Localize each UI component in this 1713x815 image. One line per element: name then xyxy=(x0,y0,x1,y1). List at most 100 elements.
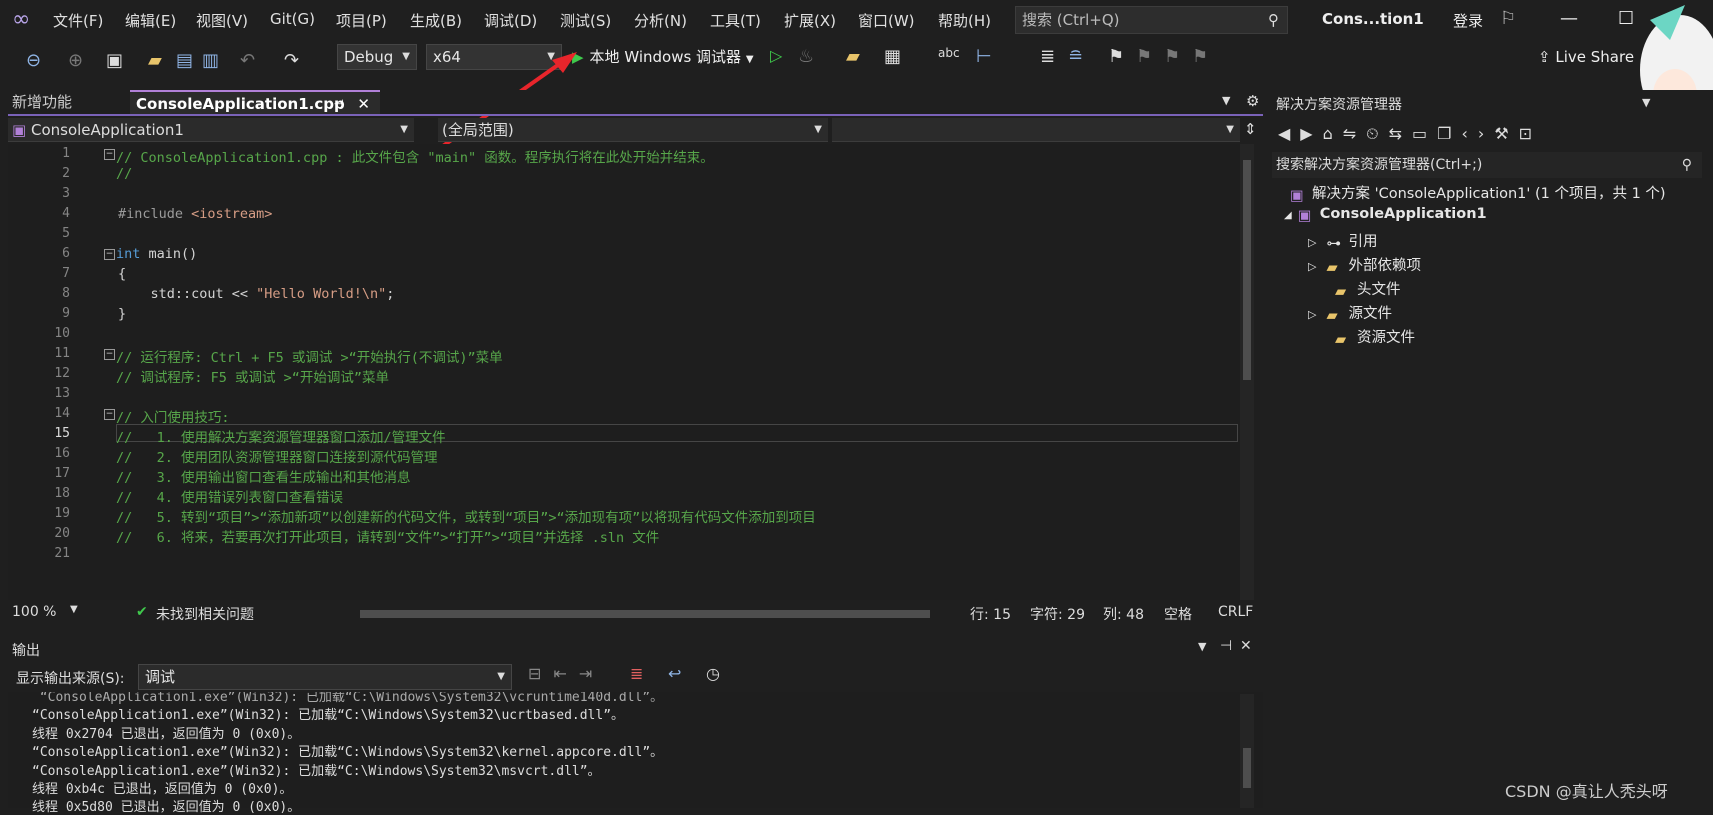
line-number: 13 xyxy=(54,386,70,401)
live-share-button[interactable]: ⇪ Live Share xyxy=(1538,48,1634,66)
col-indicator[interactable]: 列: 48 xyxy=(1103,604,1144,624)
indent-icon[interactable]: ≣ xyxy=(1040,46,1055,67)
char-indicator[interactable]: 字符: 29 xyxy=(1030,604,1085,624)
issues-status[interactable]: 未找到相关问题 xyxy=(156,604,254,624)
output-source-label: 显示输出来源(S): xyxy=(16,671,125,687)
menu-view[interactable]: 视图(V) xyxy=(196,10,248,31)
close-icon[interactable]: ✕ xyxy=(1240,638,1252,654)
fold-toggle-icon[interactable]: − xyxy=(104,149,115,160)
pin-icon[interactable]: ⊣ xyxy=(334,92,344,116)
folder-search-icon[interactable]: ▰ xyxy=(846,46,860,67)
tree-item-header-files[interactable]: ▰ 头文件 xyxy=(1335,278,1401,300)
fold-toggle-icon[interactable]: − xyxy=(104,349,115,360)
tree-label: 外部依赖项 xyxy=(1348,258,1421,274)
solution-search-input[interactable]: 搜索解决方案资源管理器(Ctrl+;) ⚲ xyxy=(1272,152,1702,178)
close-icon[interactable]: ✕ xyxy=(357,92,370,116)
chevron-down-icon[interactable]: ▼ xyxy=(1642,96,1650,109)
code-token: main() xyxy=(140,246,198,262)
scrollbar-thumb[interactable] xyxy=(1243,160,1251,380)
collapsed-arrow-icon[interactable]: ▷ xyxy=(1308,308,1316,321)
tree-item-project[interactable]: ◢ ▣ ConsoleApplication1 xyxy=(1284,206,1487,224)
spellcheck-icon[interactable]: abc xyxy=(938,46,960,60)
redo-icon[interactable]: ↷ xyxy=(284,50,299,71)
menu-help[interactable]: 帮助(H) xyxy=(938,10,991,31)
menu-analyze[interactable]: 分析(N) xyxy=(634,10,687,31)
minimize-button[interactable]: — xyxy=(1560,8,1578,29)
menu-git[interactable]: Git(G) xyxy=(270,10,315,28)
menu-edit[interactable]: 编辑(E) xyxy=(125,10,176,31)
collapsed-arrow-icon[interactable]: ▷ xyxy=(1308,236,1316,249)
save-all-icon[interactable]: ▥ xyxy=(202,50,219,71)
start-without-debug-icon[interactable]: ▷ xyxy=(770,46,782,65)
zoom-level[interactable]: 100 % xyxy=(12,604,56,620)
config-dropdown[interactable]: Debug ▼ xyxy=(337,44,417,70)
fold-toggle-icon[interactable]: − xyxy=(104,249,115,260)
row-indicator[interactable]: 行: 15 xyxy=(970,604,1011,624)
forward-icon[interactable]: ⊕ xyxy=(68,50,83,71)
save-icon[interactable]: ▤ xyxy=(176,50,193,71)
code-line: // 1. 使用解决方案资源管理器窗口添加/管理文件 xyxy=(116,430,446,446)
start-debug-button[interactable]: ▶ 本地 Windows 调试器 ▼ xyxy=(572,46,754,67)
menu-extensions[interactable]: 扩展(X) xyxy=(784,10,836,31)
eol-indicator[interactable]: CRLF xyxy=(1218,604,1253,620)
output-source-dropdown[interactable]: 调试 ▼ xyxy=(138,664,512,690)
platform-dropdown[interactable]: x64 ▼ xyxy=(426,44,562,70)
cpp-project-icon: ▣ xyxy=(12,121,27,139)
undo-icon[interactable]: ↶ xyxy=(240,50,255,71)
bookmark-next-icon[interactable]: ⚑ xyxy=(1164,46,1180,67)
code-editor[interactable]: 1 2 3 4 5 6 7 8 9 10 11 12 13 14 15 16 1… xyxy=(8,144,1240,600)
tree-item-resource-files[interactable]: ▰ 资源文件 xyxy=(1335,326,1415,348)
scope-navigator[interactable]: (全局范围) ▼ xyxy=(438,118,828,142)
bookmark-clear-icon[interactable]: ⚑ xyxy=(1192,46,1208,67)
menu-window[interactable]: 窗口(W) xyxy=(858,10,915,31)
pin-icon[interactable]: ⊣ xyxy=(1220,638,1232,654)
open-file-icon[interactable]: ▰ xyxy=(148,50,162,71)
new-item-icon[interactable]: ▣ xyxy=(106,50,123,71)
feedback-icon[interactable]: ⚐ xyxy=(1500,8,1516,29)
solution-explorer-toolbar[interactable]: ◀▶⌂⇋⏲⇆▭❐‹›⚒⊡ xyxy=(1278,124,1542,144)
chevron-down-icon[interactable]: ▼ xyxy=(70,604,78,615)
project-navigator[interactable]: ▣ ConsoleApplication1 ▼ xyxy=(8,118,414,142)
project-label: ConsoleApplication1 xyxy=(1319,206,1487,222)
search-box[interactable]: 搜索 (Ctrl+Q) ⚲ xyxy=(1015,6,1288,34)
menu-tools[interactable]: 工具(T) xyxy=(710,10,761,31)
expanded-arrow-icon[interactable]: ◢ xyxy=(1284,210,1292,221)
fold-toggle-icon[interactable]: − xyxy=(104,409,115,420)
layout-icon[interactable]: ▦ xyxy=(884,46,901,67)
chevron-down-icon[interactable]: ▼ xyxy=(1198,640,1206,653)
horizontal-scrollbar[interactable] xyxy=(360,610,930,618)
bookmark-prev-icon[interactable]: ⚑ xyxy=(1136,46,1152,67)
tab-consoleapplication1-cpp[interactable]: ConsoleApplication1.cpp ⊣ ✕ xyxy=(130,90,380,114)
menu-project[interactable]: 项目(P) xyxy=(336,10,387,31)
menu-file[interactable]: 文件(F) xyxy=(53,10,103,31)
output-toolbar[interactable]: ⊟⇤⇥ xyxy=(528,664,604,683)
tab-overflow-icon[interactable]: ▼ xyxy=(1222,94,1230,107)
tree-item-solution[interactable]: ▣ 解决方案 'ConsoleApplication1' (1 个项目，共 1 个… xyxy=(1290,182,1666,204)
config-value: Debug xyxy=(344,48,394,66)
tree-item-source-files[interactable]: ▷ ▰ 源文件 xyxy=(1308,302,1392,324)
clear-all-icon[interactable]: ≣ xyxy=(630,664,643,683)
menu-build[interactable]: 生成(B) xyxy=(410,10,462,31)
watermark: CSDN @真让人秃头呀 xyxy=(1505,782,1668,801)
tree-item-references[interactable]: ▷ ⊶ 引用 xyxy=(1308,230,1377,252)
menu-test[interactable]: 测试(S) xyxy=(560,10,611,31)
tree-item-external-deps[interactable]: ▷ ▰ 外部依赖项 xyxy=(1308,254,1421,276)
filter-folder-icon: ▰ xyxy=(1335,332,1347,348)
member-navigator[interactable]: ▼ xyxy=(832,118,1240,142)
login-button[interactable]: 登录 xyxy=(1453,10,1483,31)
whitespace-indicator[interactable]: 空格 xyxy=(1164,604,1192,624)
share-icon: ⇪ xyxy=(1538,48,1551,66)
menu-debug[interactable]: 调试(D) xyxy=(484,10,537,31)
clock-icon[interactable]: ◷ xyxy=(706,664,720,683)
bookmark-icon[interactable]: ⚑ xyxy=(1108,46,1124,67)
hot-reload-icon[interactable]: ♨ xyxy=(798,46,814,67)
tab-new-features[interactable]: 新增功能 xyxy=(12,90,72,114)
comment-icon[interactable]: ≘ xyxy=(1068,46,1083,67)
scrollbar-thumb[interactable] xyxy=(1243,748,1251,788)
split-icon[interactable]: ⇕ xyxy=(1244,120,1257,138)
step-icon[interactable]: ⊢ xyxy=(976,46,992,67)
collapsed-arrow-icon[interactable]: ▷ xyxy=(1308,260,1316,273)
word-wrap-icon[interactable]: ↩ xyxy=(668,664,681,683)
back-icon[interactable]: ⊖ xyxy=(26,50,41,71)
gear-icon[interactable]: ⚙ xyxy=(1246,92,1259,110)
